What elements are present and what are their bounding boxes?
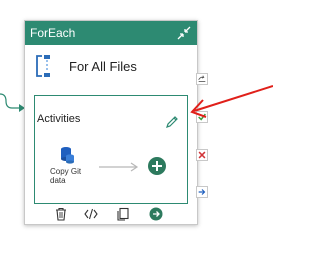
collapse-icon[interactable] — [176, 25, 192, 41]
git-icon — [61, 147, 74, 164]
inner-activity-label: Copy Git data — [50, 167, 82, 185]
code-icon[interactable] — [84, 207, 98, 221]
activity-type-title: ForEach — [30, 26, 76, 40]
activities-container[interactable]: Activities Copy Git data — [34, 95, 188, 204]
add-activity-button[interactable] — [148, 157, 166, 175]
foreach-activity-card[interactable]: ForEach For All Files Activities Copy Gi… — [24, 20, 198, 225]
failure-icon[interactable] — [196, 149, 208, 161]
copy-icon[interactable] — [116, 207, 130, 221]
activities-label: Activities — [37, 113, 81, 125]
annotation-arrow — [190, 85, 273, 118]
input-connector — [0, 93, 25, 112]
card-header: ForEach — [25, 21, 197, 45]
foreach-icon — [36, 55, 50, 77]
completion-icon[interactable] — [196, 186, 208, 198]
connector-arrow — [99, 162, 139, 172]
arrow-right-circle-icon[interactable] — [149, 207, 163, 221]
pencil-icon[interactable] — [165, 115, 179, 129]
delete-icon[interactable] — [54, 207, 68, 221]
activity-name[interactable]: For All Files — [69, 59, 137, 74]
